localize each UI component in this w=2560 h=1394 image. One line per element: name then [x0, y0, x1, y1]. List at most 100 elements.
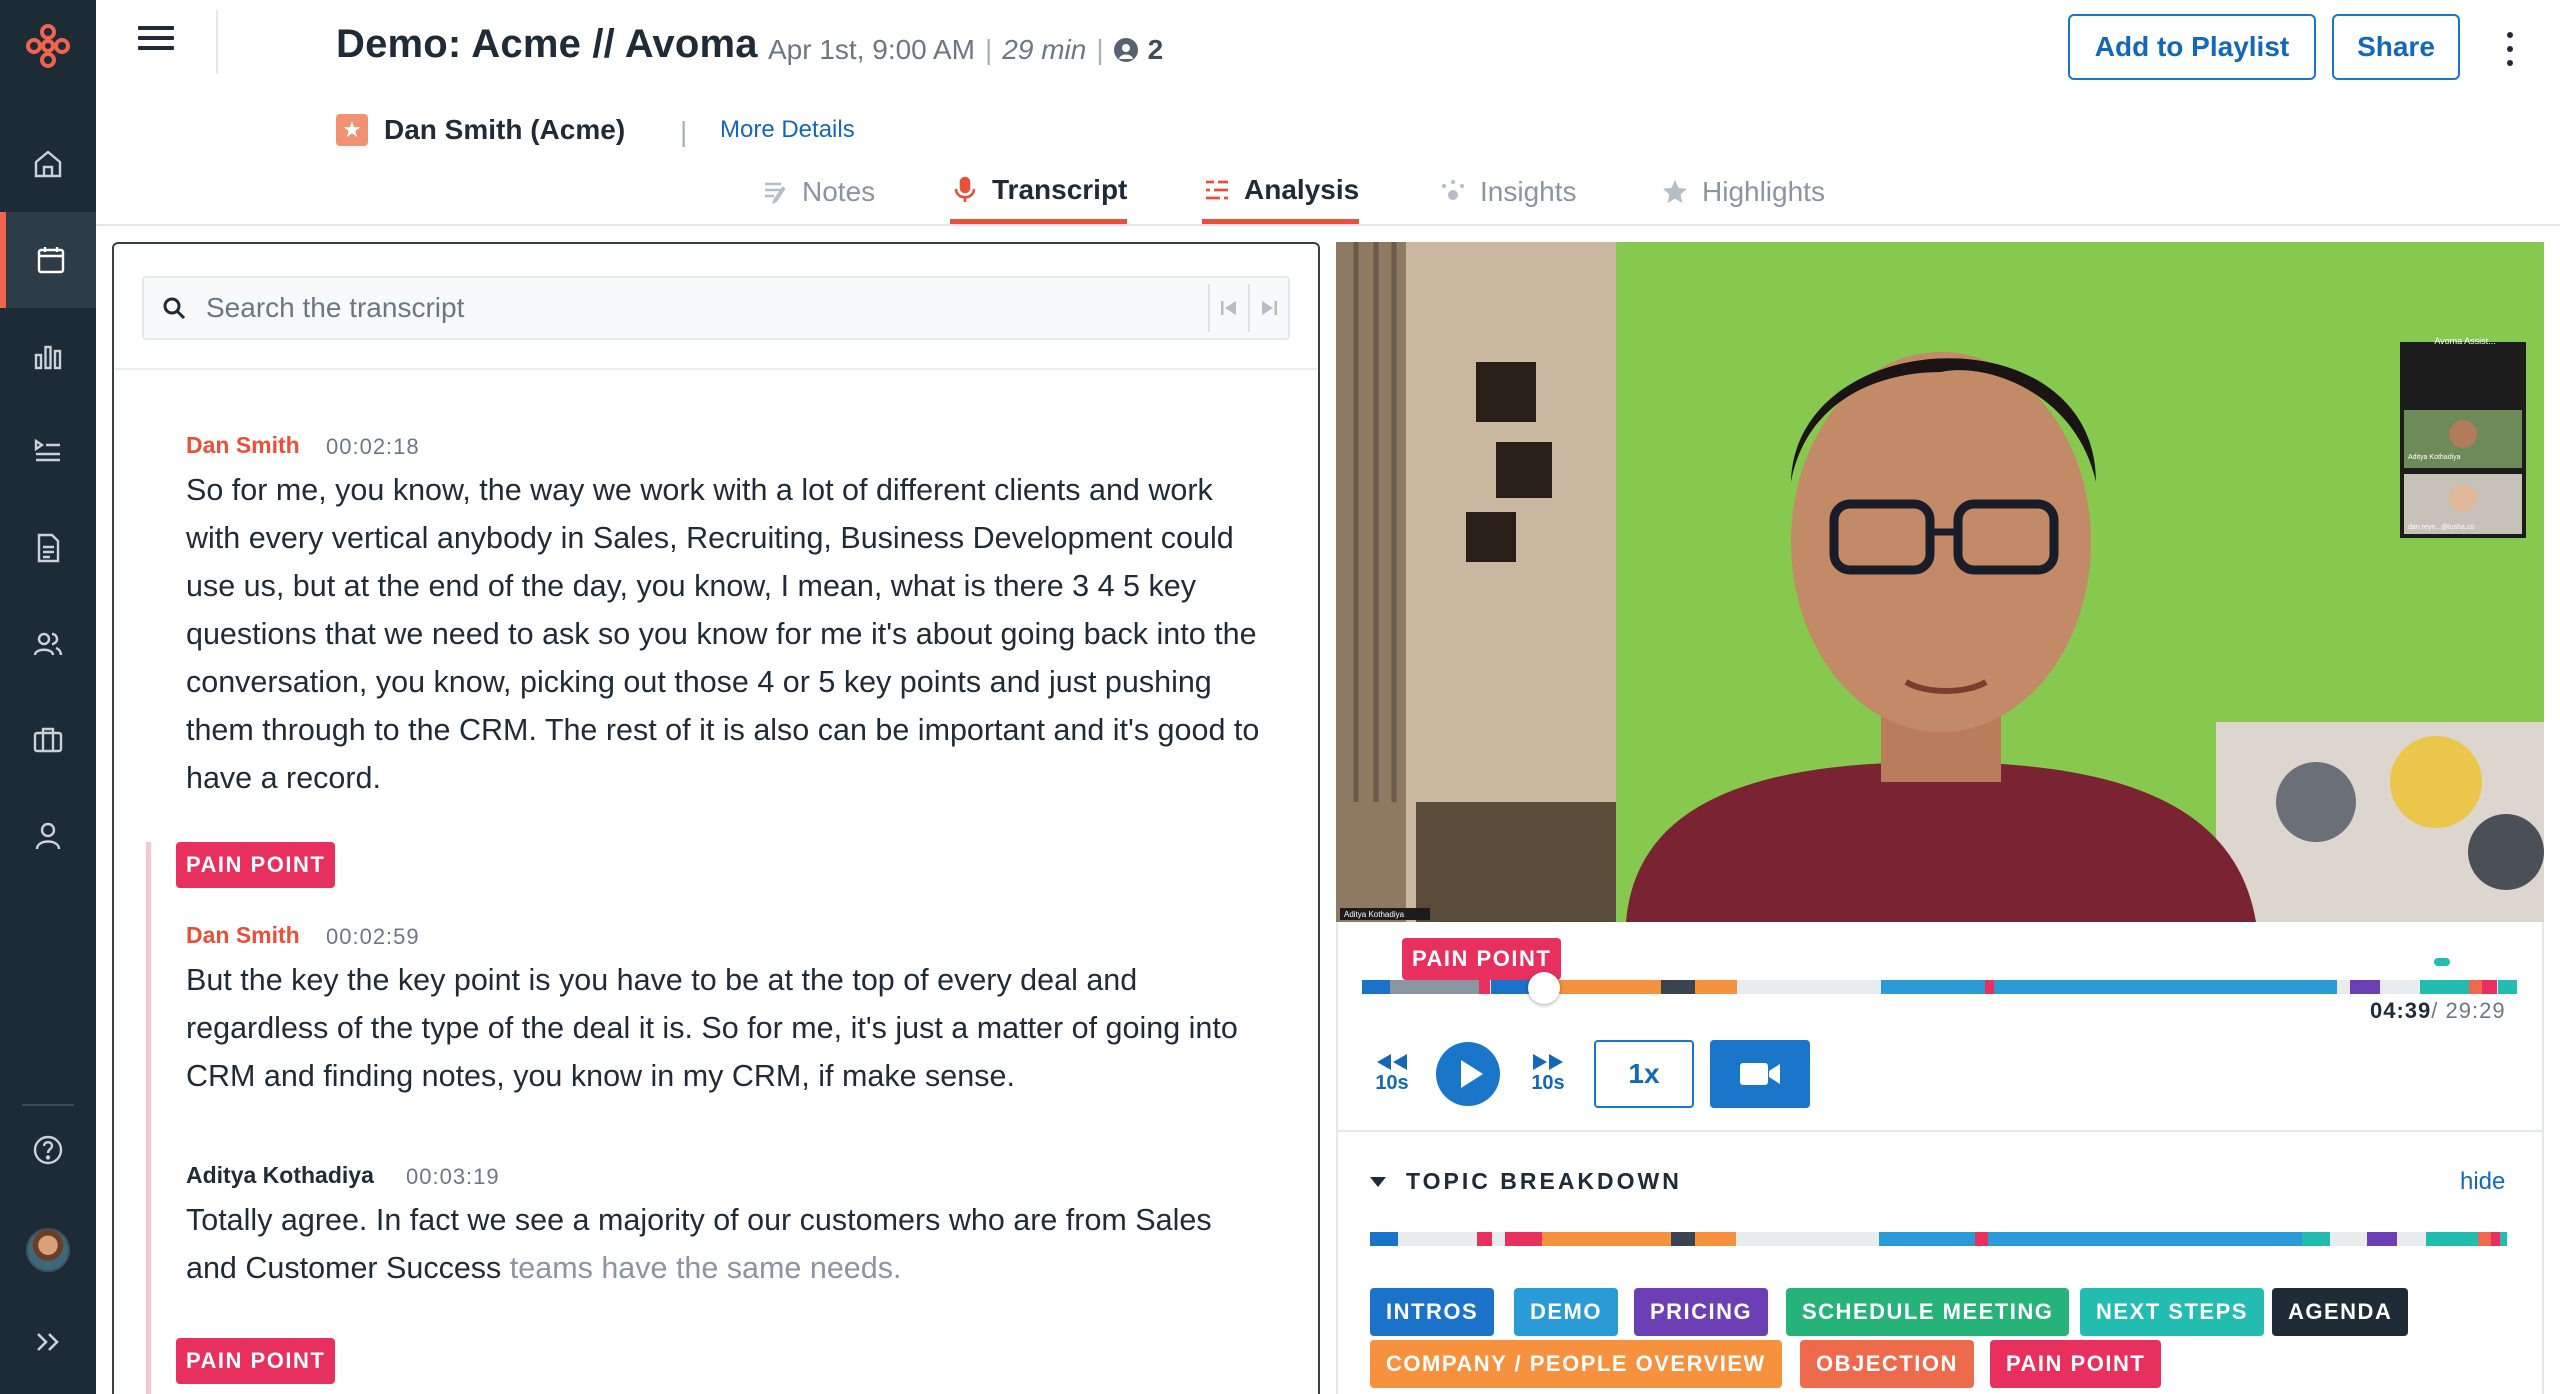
- timeline-segment[interactable]: [1881, 980, 1985, 994]
- timeline-segment[interactable]: [2420, 980, 2469, 994]
- speaker-name[interactable]: Aditya Kothadiya: [186, 1162, 374, 1189]
- document-icon: [37, 533, 60, 563]
- next-match-button[interactable]: [1248, 284, 1288, 332]
- topic-chip-next-steps[interactable]: NEXT STEPS: [2080, 1288, 2264, 1336]
- more-options-icon[interactable]: [2500, 32, 2520, 66]
- topic-chip-objection[interactable]: OBJECTION: [1800, 1340, 1974, 1388]
- topic-chip-pricing[interactable]: PRICING: [1634, 1288, 1769, 1336]
- sidebar-item-insights[interactable]: [0, 308, 96, 404]
- play-button[interactable]: [1436, 1042, 1500, 1106]
- timeline-segment[interactable]: [1879, 1232, 1975, 1246]
- timeline-segment[interactable]: [1362, 980, 1390, 994]
- video-participant-name: Aditya Kothadiya: [1344, 910, 1405, 919]
- topic-chip-demo[interactable]: DEMO: [1514, 1288, 1618, 1336]
- skip-forward-button[interactable]: 10s: [1524, 1052, 1572, 1095]
- timeline-segment[interactable]: [2491, 1232, 2500, 1246]
- timeline-segment[interactable]: [1505, 1232, 1542, 1246]
- speaker-name[interactable]: Dan Smith: [186, 432, 300, 459]
- topic-chip-agenda[interactable]: AGENDA: [2272, 1288, 2409, 1336]
- more-details-link[interactable]: More Details: [720, 116, 855, 144]
- timeline-segment[interactable]: [1661, 980, 1695, 994]
- pain-point-tag[interactable]: PAIN POINT: [176, 1338, 336, 1384]
- users-icon: [33, 632, 63, 656]
- utterance-text[interactable]: So for me, you know, the way we work wit…: [186, 466, 1266, 802]
- avoma-logo-icon[interactable]: [24, 22, 72, 70]
- utterance-timestamp[interactable]: 00:02:59: [326, 924, 420, 950]
- utterance-text[interactable]: But the key the key point is you have to…: [186, 956, 1266, 1100]
- timeline-segment[interactable]: [2469, 980, 2482, 994]
- avatar[interactable]: [26, 1228, 70, 1272]
- timeline-segment[interactable]: [1985, 980, 1994, 994]
- timeline-segment[interactable]: [1542, 1232, 1671, 1246]
- sidebar-item-help[interactable]: [0, 1102, 96, 1198]
- timeline-segment[interactable]: [2482, 980, 2497, 994]
- tab-label: Notes: [802, 176, 876, 207]
- tab-transcript[interactable]: Transcript: [950, 160, 1128, 224]
- topic-chip-pain-point[interactable]: PAIN POINT: [1990, 1340, 2162, 1388]
- timeline-segment[interactable]: [2367, 1232, 2397, 1246]
- utterance-text[interactable]: Totally agree. In fact we see a majority…: [186, 1196, 1266, 1292]
- account-icon: ★: [336, 114, 368, 146]
- sidebar-item-profile[interactable]: [0, 788, 96, 884]
- topic-chip-schedule-meeting[interactable]: SCHEDULE MEETING: [1786, 1288, 2070, 1336]
- sidebar-item-documents[interactable]: [0, 500, 96, 596]
- topic-breakdown-title: TOPIC BREAKDOWN: [1406, 1168, 1682, 1194]
- hamburger-menu-icon[interactable]: [138, 26, 174, 56]
- timeline-segment[interactable]: [1544, 980, 1661, 994]
- video-toggle-button[interactable]: [1710, 1040, 1810, 1108]
- video-frame: [1336, 242, 2544, 922]
- video-player[interactable]: Avoma Assist... Aditya Kothadiya dan.rey…: [1336, 242, 2544, 922]
- tab-analysis[interactable]: Analysis: [1202, 160, 1360, 224]
- timeline-segment[interactable]: [2426, 1232, 2478, 1246]
- timeline-segment[interactable]: [2478, 1232, 2491, 1246]
- timeline-segment[interactable]: [1370, 1232, 1398, 1246]
- tab-highlights[interactable]: Highlights: [1660, 160, 1825, 224]
- timeline-segment[interactable]: [2498, 980, 2517, 994]
- hide-topic-breakdown-link[interactable]: hide: [2460, 1168, 2505, 1196]
- playback-speed-button[interactable]: 1x: [1594, 1040, 1694, 1108]
- account-name[interactable]: Dan Smith (Acme): [384, 114, 625, 146]
- tab-insights[interactable]: Insights: [1438, 160, 1577, 224]
- share-button[interactable]: Share: [2332, 14, 2460, 80]
- sidebar-item-deals[interactable]: [0, 692, 96, 788]
- notes-icon: [765, 182, 786, 205]
- timeline-segment[interactable]: [1477, 1232, 1492, 1246]
- speaker-name[interactable]: Dan Smith: [186, 922, 300, 949]
- timeline-segment[interactable]: [1671, 1232, 1695, 1246]
- topic-chip-company-people-overview[interactable]: COMPANY / PEOPLE OVERVIEW: [1370, 1340, 1782, 1388]
- topic-chip-intros[interactable]: INTROS: [1370, 1288, 1495, 1336]
- pain-point-tag[interactable]: PAIN POINT: [176, 842, 336, 888]
- sidebar-item-home[interactable]: [0, 116, 96, 212]
- transcript-search-box: [142, 276, 1290, 340]
- timeline-segment[interactable]: [2500, 1232, 2507, 1246]
- timeline-segment[interactable]: [1994, 980, 2337, 994]
- utterance-timestamp[interactable]: 00:02:18: [326, 434, 420, 460]
- search-input[interactable]: [206, 286, 1206, 330]
- timeline-segment[interactable]: [1479, 980, 1490, 994]
- skip-back-label: 10s: [1375, 1072, 1409, 1094]
- timeline-segment[interactable]: [1390, 980, 1479, 994]
- tab-notes[interactable]: Notes: [760, 160, 875, 224]
- timeline-segment[interactable]: [1695, 980, 1737, 994]
- utterance-timestamp[interactable]: 00:03:19: [406, 1164, 500, 1190]
- briefcase-icon: [33, 727, 63, 753]
- timeline-segment[interactable]: [1988, 1232, 2302, 1246]
- previous-match-button[interactable]: [1208, 284, 1248, 332]
- add-to-playlist-button[interactable]: Add to Playlist: [2068, 14, 2316, 80]
- participant-count[interactable]: 2: [1148, 34, 1164, 66]
- sidebar-item-playlists[interactable]: [0, 404, 96, 500]
- timeline-segment[interactable]: [1695, 1232, 1736, 1246]
- topic-breakdown-header[interactable]: TOPIC BREAKDOWN: [1370, 1168, 1682, 1195]
- tab-label: Transcript: [992, 173, 1128, 205]
- bookmark-marker[interactable]: [2434, 958, 2450, 966]
- skip-back-button[interactable]: 10s: [1368, 1052, 1416, 1095]
- sidebar-item-expand[interactable]: [0, 1294, 96, 1390]
- timeline-segment[interactable]: [2350, 980, 2380, 994]
- timeline-segment[interactable]: [1975, 1232, 1988, 1246]
- timeline-segment[interactable]: [2302, 1232, 2330, 1246]
- player-divider: [1336, 1130, 2544, 1132]
- topic-timeline[interactable]: [1370, 1232, 2507, 1246]
- current-time: 04:39: [2370, 998, 2432, 1023]
- sidebar-item-team[interactable]: [0, 596, 96, 692]
- sidebar-item-meetings[interactable]: [0, 212, 96, 308]
